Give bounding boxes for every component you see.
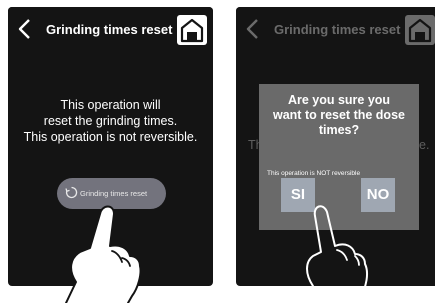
pointing-hand-icon: [306, 205, 368, 303]
home-button[interactable]: [177, 15, 207, 45]
back-chevron-icon: [243, 16, 265, 42]
page-title: Grinding times reset: [274, 22, 401, 37]
pointing-hand-icon: [65, 205, 142, 303]
message-line-1: This operation will: [60, 98, 161, 112]
question-line-2: want to reset the dose: [273, 108, 405, 122]
message-line-3: This operation is not reversible.: [23, 130, 198, 144]
home-icon: [180, 18, 204, 43]
dialog-note: This operation is NOT reversible: [267, 170, 361, 177]
home-button: [405, 15, 435, 45]
background-text-right: e.: [419, 138, 430, 152]
page-title: Grinding times reset: [46, 22, 173, 37]
info-message: This operation will reset the grinding t…: [8, 97, 213, 145]
back-chevron-icon[interactable]: [15, 16, 37, 42]
question-line-1: Are you sure you: [287, 93, 391, 107]
dialog-question: Are you sure you want to reset the dose …: [259, 93, 419, 138]
message-line-2: reset the grinding times.: [43, 114, 178, 128]
question-line-3: times?: [318, 123, 360, 137]
home-icon: [408, 18, 432, 43]
top-bar: Grinding times reset: [8, 7, 213, 53]
top-bar: Grinding times reset: [236, 7, 435, 53]
